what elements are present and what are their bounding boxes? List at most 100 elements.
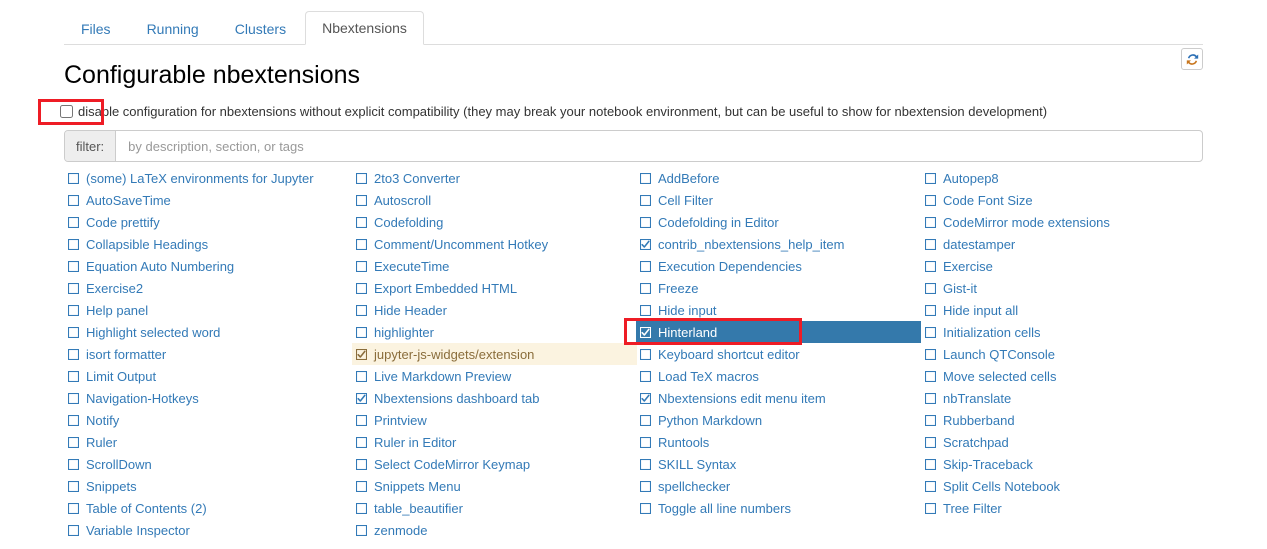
extension-item[interactable]: Tree Filter	[921, 497, 1206, 519]
extension-item[interactable]: SKILL Syntax	[636, 453, 921, 475]
checkbox-unchecked-icon[interactable]	[68, 525, 79, 536]
checkbox-unchecked-icon[interactable]	[925, 349, 936, 360]
extension-item[interactable]: Code Font Size	[921, 189, 1206, 211]
extension-item[interactable]: Keyboard shortcut editor	[636, 343, 921, 365]
checkbox-unchecked-icon[interactable]	[68, 481, 79, 492]
extension-item[interactable]: table_beautifier	[352, 497, 637, 519]
extension-item[interactable]: Hinterland	[636, 321, 921, 343]
checkbox-unchecked-icon[interactable]	[356, 239, 367, 250]
extension-item[interactable]: Snippets	[64, 475, 349, 497]
extension-item[interactable]: Launch QTConsole	[921, 343, 1206, 365]
checkbox-unchecked-icon[interactable]	[640, 481, 651, 492]
extension-item[interactable]: Code prettify	[64, 211, 349, 233]
checkbox-unchecked-icon[interactable]	[68, 305, 79, 316]
extension-item[interactable]: Hide Header	[352, 299, 637, 321]
extension-item[interactable]: Scratchpad	[921, 431, 1206, 453]
extension-item[interactable]: Live Markdown Preview	[352, 365, 637, 387]
extension-item[interactable]: Split Cells Notebook	[921, 475, 1206, 497]
checkbox-unchecked-icon[interactable]	[356, 173, 367, 184]
checkbox-unchecked-icon[interactable]	[925, 481, 936, 492]
checkbox-unchecked-icon[interactable]	[68, 437, 79, 448]
checkbox-unchecked-icon[interactable]	[925, 503, 936, 514]
checkbox-unchecked-icon[interactable]	[925, 459, 936, 470]
refresh-button[interactable]	[1181, 48, 1203, 70]
checkbox-unchecked-icon[interactable]	[68, 173, 79, 184]
checkbox-checked-icon[interactable]	[640, 327, 651, 338]
extension-item[interactable]: Hide input all	[921, 299, 1206, 321]
checkbox-unchecked-icon[interactable]	[640, 261, 651, 272]
extension-item[interactable]: Gist-it	[921, 277, 1206, 299]
disable-configuration-row[interactable]: disable configuration for nbextensions w…	[60, 104, 1047, 119]
extension-item[interactable]: Runtools	[636, 431, 921, 453]
checkbox-unchecked-icon[interactable]	[640, 217, 651, 228]
extension-item[interactable]: Nbextensions edit menu item	[636, 387, 921, 409]
extension-item[interactable]: Move selected cells	[921, 365, 1206, 387]
disable-configuration-label[interactable]: disable configuration for nbextensions w…	[78, 104, 1047, 119]
extension-item[interactable]: Export Embedded HTML	[352, 277, 637, 299]
extension-item[interactable]: datestamper	[921, 233, 1206, 255]
extension-item[interactable]: ExecuteTime	[352, 255, 637, 277]
checkbox-unchecked-icon[interactable]	[640, 459, 651, 470]
extension-item[interactable]: Limit Output	[64, 365, 349, 387]
extension-item[interactable]: Initialization cells	[921, 321, 1206, 343]
extension-item[interactable]: Skip-Traceback	[921, 453, 1206, 475]
checkbox-unchecked-icon[interactable]	[925, 173, 936, 184]
tab-clusters[interactable]: Clusters	[218, 12, 303, 45]
checkbox-unchecked-icon[interactable]	[640, 503, 651, 514]
extension-item[interactable]: ScrollDown	[64, 453, 349, 475]
checkbox-unchecked-icon[interactable]	[925, 217, 936, 228]
checkbox-unchecked-icon[interactable]	[356, 305, 367, 316]
extension-item[interactable]: Nbextensions dashboard tab	[352, 387, 637, 409]
checkbox-checked-icon[interactable]	[640, 393, 651, 404]
checkbox-unchecked-icon[interactable]	[356, 327, 367, 338]
checkbox-unchecked-icon[interactable]	[68, 459, 79, 470]
extension-item[interactable]: Table of Contents (2)	[64, 497, 349, 519]
extension-item[interactable]: AutoSaveTime	[64, 189, 349, 211]
checkbox-checked-icon[interactable]	[640, 239, 651, 250]
checkbox-unchecked-icon[interactable]	[356, 195, 367, 206]
extension-item[interactable]: Ruler in Editor	[352, 431, 637, 453]
extension-item[interactable]: highlighter	[352, 321, 637, 343]
checkbox-unchecked-icon[interactable]	[356, 217, 367, 228]
checkbox-unchecked-icon[interactable]	[640, 283, 651, 294]
checkbox-unchecked-icon[interactable]	[640, 173, 651, 184]
extension-item[interactable]: jupyter-js-widgets/extension	[352, 343, 637, 365]
checkbox-unchecked-icon[interactable]	[640, 305, 651, 316]
checkbox-unchecked-icon[interactable]	[925, 371, 936, 382]
extension-item[interactable]: nbTranslate	[921, 387, 1206, 409]
checkbox-unchecked-icon[interactable]	[68, 327, 79, 338]
checkbox-unchecked-icon[interactable]	[356, 415, 367, 426]
checkbox-unchecked-icon[interactable]	[925, 283, 936, 294]
checkbox-checked-icon[interactable]	[356, 393, 367, 404]
extension-item[interactable]: Autopep8	[921, 167, 1206, 189]
extension-item[interactable]: 2to3 Converter	[352, 167, 637, 189]
checkbox-unchecked-icon[interactable]	[925, 195, 936, 206]
checkbox-unchecked-icon[interactable]	[640, 415, 651, 426]
checkbox-checked-icon[interactable]	[356, 349, 367, 360]
checkbox-unchecked-icon[interactable]	[68, 217, 79, 228]
extension-item[interactable]: Exercise	[921, 255, 1206, 277]
checkbox-unchecked-icon[interactable]	[68, 283, 79, 294]
extension-item[interactable]: Snippets Menu	[352, 475, 637, 497]
disable-configuration-checkbox[interactable]	[60, 105, 73, 118]
checkbox-unchecked-icon[interactable]	[640, 371, 651, 382]
extension-item[interactable]: Notify	[64, 409, 349, 431]
checkbox-unchecked-icon[interactable]	[640, 349, 651, 360]
extension-item[interactable]: spellchecker	[636, 475, 921, 497]
extension-item[interactable]: Ruler	[64, 431, 349, 453]
checkbox-unchecked-icon[interactable]	[68, 195, 79, 206]
extension-item[interactable]: Variable Inspector	[64, 519, 349, 541]
extension-item[interactable]: zenmode	[352, 519, 637, 541]
checkbox-unchecked-icon[interactable]	[356, 371, 367, 382]
checkbox-unchecked-icon[interactable]	[356, 283, 367, 294]
checkbox-unchecked-icon[interactable]	[356, 459, 367, 470]
checkbox-unchecked-icon[interactable]	[68, 393, 79, 404]
extension-item[interactable]: Codefolding in Editor	[636, 211, 921, 233]
extension-item[interactable]: Cell Filter	[636, 189, 921, 211]
checkbox-unchecked-icon[interactable]	[68, 503, 79, 514]
checkbox-unchecked-icon[interactable]	[356, 503, 367, 514]
filter-input[interactable]	[116, 131, 1202, 161]
extension-item[interactable]: Autoscroll	[352, 189, 637, 211]
extension-item[interactable]: AddBefore	[636, 167, 921, 189]
checkbox-unchecked-icon[interactable]	[68, 239, 79, 250]
